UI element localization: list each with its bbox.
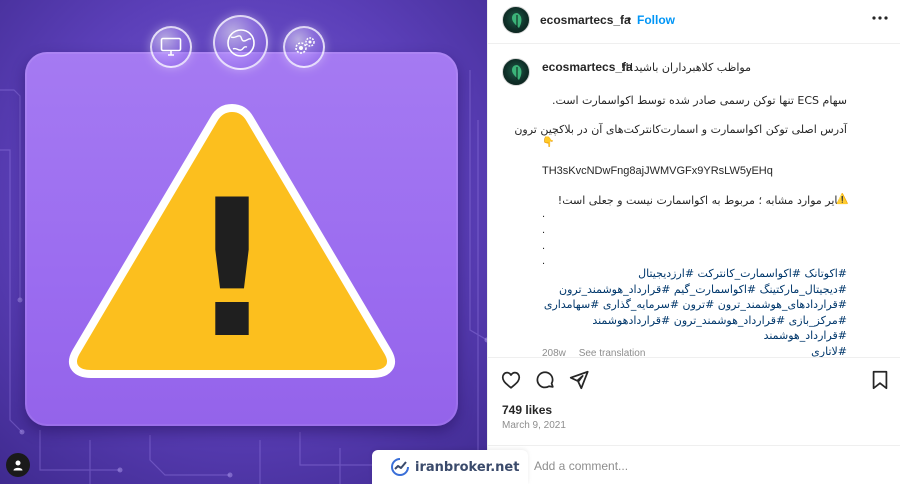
hashtag-list: #اکوتانک #اکواسمارت_کانترکت #ارزدیجیتال …: [527, 266, 847, 357]
caption-avatar[interactable]: [502, 58, 530, 86]
post-details-panel: ecosmartecs_fa • Follow ecosmartecs_fa م…: [487, 0, 900, 484]
caption-line-2: سهام ECS تنها توکن رسمی صادر شده توسط اک…: [551, 94, 847, 107]
post-image[interactable]: !: [0, 0, 487, 484]
heart-icon[interactable]: [500, 369, 522, 391]
warning-emoji: ⚠️: [836, 194, 849, 205]
share-icon[interactable]: [568, 369, 590, 391]
globe-icon: [213, 15, 268, 70]
action-bar: [488, 357, 900, 401]
post-date: March 9, 2021: [502, 420, 566, 431]
monitor-icon: [150, 26, 192, 68]
hashtag-line[interactable]: #اکوتانک #اکواسمارت_کانترکت #ارزدیجیتال: [527, 266, 847, 282]
comment-icon[interactable]: [534, 369, 556, 391]
exclamation-mark: !: [189, 159, 276, 380]
post-header: ecosmartecs_fa • Follow: [488, 0, 900, 44]
hashtag-line[interactable]: #قراردادهای_هوشمند_ترون #ترون #سرمایه_گذ…: [527, 297, 847, 313]
watermark: iranbroker.net: [372, 450, 528, 484]
separator-dot: •: [627, 12, 632, 26]
see-translation-link[interactable]: See translation: [579, 348, 646, 357]
caption-line-3: آدرس اصلی توکن اکواسمارت و اسمارت‌کانترک…: [514, 123, 847, 136]
caption-dot: .: [542, 240, 546, 252]
tagged-user-icon[interactable]: [6, 453, 30, 477]
bookmark-icon[interactable]: [869, 369, 891, 391]
caption-username[interactable]: ecosmartecs_fa: [542, 60, 633, 74]
caption-dot: .: [542, 208, 546, 220]
hashtag-line[interactable]: #دیجیتال_مارکتینگ #اکواسمارت_گیم #قراردا…: [527, 282, 847, 298]
post-username[interactable]: ecosmartecs_fa: [540, 13, 631, 27]
like-count[interactable]: 749 likes: [502, 403, 552, 417]
avatar[interactable]: [502, 6, 530, 34]
more-horizontal-icon[interactable]: [870, 8, 890, 28]
warning-triangle: !: [69, 104, 395, 380]
caption-dot: .: [542, 224, 546, 236]
gears-icon: [283, 26, 325, 68]
comment-input[interactable]: [534, 456, 834, 476]
follow-button[interactable]: Follow: [637, 13, 675, 27]
contract-address: TH3sKvcNDwFng8ajJWMVGFx9YRsLW5yEHq: [542, 165, 773, 177]
pointing-down-emoji: 👇: [542, 137, 555, 148]
time-ago: 208w: [542, 348, 566, 357]
post-caption: ecosmartecs_fa مواظب کلاهبرداران باشید!!…: [488, 45, 900, 357]
comment-bar: [488, 445, 900, 484]
chart-logo-icon: [391, 458, 409, 476]
caption-line-4: سایر موارد مشابه ؛ مربوط به اکواسمارت نی…: [557, 194, 847, 207]
caption-line-1: مواظب کلاهبرداران باشید!!!: [620, 61, 751, 74]
caption-meta: 208w See translation: [542, 348, 655, 357]
hashtag-line[interactable]: #مرکز_بازی #قرارداد_هوشمند_ترون #قرارداد…: [527, 313, 847, 344]
watermark-text: iranbroker.net: [415, 459, 520, 475]
